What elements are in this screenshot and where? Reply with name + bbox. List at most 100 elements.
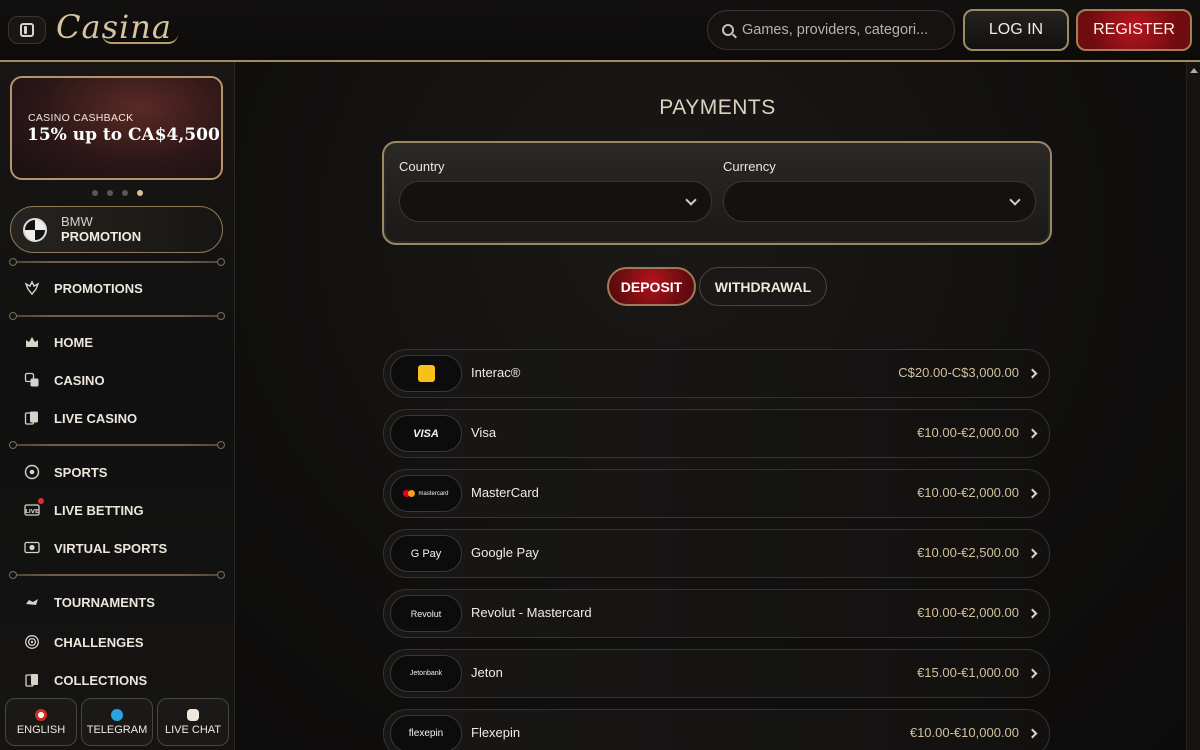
interac-logo: [390, 355, 462, 392]
flexepin-logo: flexepin: [390, 715, 462, 750]
tab-withdrawal[interactable]: WITHDRAWAL: [699, 267, 827, 306]
cashback-banner[interactable]: CASINO CASHBACK 15% up to CA$4,500: [10, 76, 223, 180]
country-label: Country: [399, 159, 445, 174]
google-pay-logo: G Pay: [390, 535, 462, 572]
sidebar-item-live-betting[interactable]: LIVE LIVE BETTING: [24, 498, 144, 521]
sidebar-item-live-casino[interactable]: LIVE CASINO: [24, 407, 137, 429]
language-button[interactable]: ENGLISH: [5, 698, 77, 746]
chevron-down-icon: [1009, 194, 1021, 206]
payment-method-row[interactable]: G Pay Google Pay €10.00-€2,500.00: [383, 529, 1050, 578]
banner-kicker: CASINO CASHBACK: [28, 112, 134, 124]
jeton-logo: Jetonbank: [390, 655, 462, 692]
method-range: €10.00-€2,000.00: [917, 485, 1019, 500]
sidebar-item-label: COLLECTIONS: [54, 672, 148, 688]
carousel-dot[interactable]: [92, 190, 98, 196]
language-label: ENGLISH: [16, 723, 66, 736]
method-name: Jeton: [471, 665, 503, 680]
live-chat-label: LIVE CHAT: [164, 723, 222, 736]
currency-select[interactable]: [723, 181, 1036, 222]
sidebar-item-virtual-sports[interactable]: VIRTUAL SPORTS: [24, 537, 167, 559]
sidebar-item-sports[interactable]: SPORTS: [24, 461, 107, 483]
cards-icon: [24, 410, 40, 426]
method-range: €15.00-€1,000.00: [917, 665, 1019, 680]
country-select[interactable]: [399, 181, 712, 222]
method-name: MasterCard: [471, 485, 539, 500]
payment-method-row[interactable]: Interac® C$20.00-C$3,000.00: [383, 349, 1050, 398]
method-name: Visa: [471, 425, 497, 440]
chevron-right-icon: [1027, 428, 1038, 439]
sidebar-item-label: CASINO: [54, 372, 105, 388]
sidebar-item-home[interactable]: HOME: [24, 331, 93, 353]
visa-logo: VISA: [390, 415, 462, 452]
chevron-right-icon: [1027, 548, 1038, 559]
payment-method-row[interactable]: flexepin Flexepin €10.00-€10,000.00: [383, 709, 1050, 750]
app: Casina Games, providers, categori... LOG…: [0, 0, 1200, 750]
svg-text:LIVE: LIVE: [25, 509, 39, 515]
sidebar-divider: [9, 571, 225, 579]
carousel-dot[interactable]: [107, 190, 113, 196]
banner-title: 15% up to CA$4,500: [27, 125, 220, 145]
currency-label: Currency: [723, 159, 776, 174]
bmw-logo-icon: [23, 217, 47, 242]
login-button[interactable]: LOG IN: [963, 9, 1069, 51]
revolut-logo: Revolut: [390, 595, 462, 632]
method-name: Interac®: [471, 365, 521, 380]
telegram-icon: [111, 708, 123, 721]
sidebar-item-label: CHALLENGES: [54, 634, 144, 650]
tab-deposit[interactable]: DEPOSIT: [607, 267, 696, 306]
scrollbar[interactable]: [1186, 62, 1200, 750]
sidebar-item-challenges[interactable]: CHALLENGES: [24, 631, 144, 653]
telegram-button[interactable]: TELEGRAM: [81, 698, 153, 746]
promotions-icon: [24, 280, 40, 296]
method-name: Flexepin: [471, 725, 521, 740]
soccer-ball-icon: [24, 464, 40, 480]
payment-method-row[interactable]: VISA Visa €10.00-€2,000.00: [383, 409, 1050, 458]
bmw-promotion-button[interactable]: BMW PROMOTION: [10, 206, 223, 253]
chevron-down-icon: [685, 194, 697, 206]
sidebar-divider: [9, 312, 225, 320]
method-range: €10.00-€2,500.00: [917, 545, 1019, 560]
search-icon: [722, 24, 734, 36]
scroll-up-icon[interactable]: [1190, 68, 1198, 73]
method-range: €10.00-€2,000.00: [917, 425, 1019, 440]
interac-logo-icon: [417, 365, 435, 382]
sidebar-item-label: VIRTUAL SPORTS: [54, 540, 168, 556]
payment-method-row[interactable]: Revolut Revolut - Mastercard €10.00-€2,0…: [383, 589, 1050, 638]
sidebar-divider: [9, 441, 225, 449]
live-chat-button[interactable]: LIVE CHAT: [157, 698, 229, 746]
sidebar-divider: [9, 258, 225, 266]
register-button[interactable]: REGISTER: [1076, 9, 1192, 51]
sidebar-item-tournaments[interactable]: TOURNAMENTS: [24, 591, 155, 613]
carousel-dot-active[interactable]: [137, 190, 143, 196]
home-icon: [24, 334, 40, 350]
sidebar-item-label: PROMOTIONS: [54, 280, 143, 296]
method-name: Revolut - Mastercard: [471, 605, 592, 620]
search-placeholder: Games, providers, categori...: [742, 22, 929, 38]
payment-method-row[interactable]: Jetonbank Jeton €15.00-€1,000.00: [383, 649, 1050, 698]
sidebar-item-promotions[interactable]: PROMOTIONS: [24, 277, 143, 299]
method-range: €10.00-€10,000.00: [909, 725, 1019, 740]
bmw-line-1: BMW: [61, 213, 93, 229]
sidebar-item-label: TOURNAMENTS: [54, 594, 155, 610]
tournaments-icon: [24, 594, 40, 610]
sidebar-item-casino[interactable]: CASINO: [24, 369, 105, 391]
telegram-label: TELEGRAM: [86, 723, 148, 736]
bmw-label: BMW PROMOTION: [61, 213, 142, 245]
top-bar: Casina Games, providers, categori... LOG…: [0, 0, 1200, 62]
chevron-right-icon: [1027, 488, 1038, 499]
sidebar-item-label: SPORTS: [54, 464, 108, 480]
bmw-line-2: PROMOTION: [61, 228, 142, 244]
mastercard-logo-text: mastercard: [418, 490, 449, 497]
payment-method-row[interactable]: mastercard MasterCard €10.00-€2,000.00: [383, 469, 1050, 518]
virtual-sports-icon: [24, 540, 40, 556]
payment-filters: Country Currency: [382, 141, 1052, 245]
sidebar: CASINO CASHBACK 15% up to CA$4,500 BMW P…: [0, 62, 235, 750]
chevron-right-icon: [1027, 728, 1038, 739]
sidebar-item-collections[interactable]: COLLECTIONS: [24, 669, 147, 691]
carousel-dot[interactable]: [122, 190, 128, 196]
sidebar-footer: ENGLISH TELEGRAM LIVE CHAT: [5, 698, 229, 746]
search-input[interactable]: Games, providers, categori...: [707, 10, 955, 50]
sidebar-toggle-button[interactable]: [8, 16, 46, 44]
sidebar-item-label: LIVE BETTING: [54, 502, 144, 518]
sidebar-item-label: HOME: [54, 334, 93, 350]
